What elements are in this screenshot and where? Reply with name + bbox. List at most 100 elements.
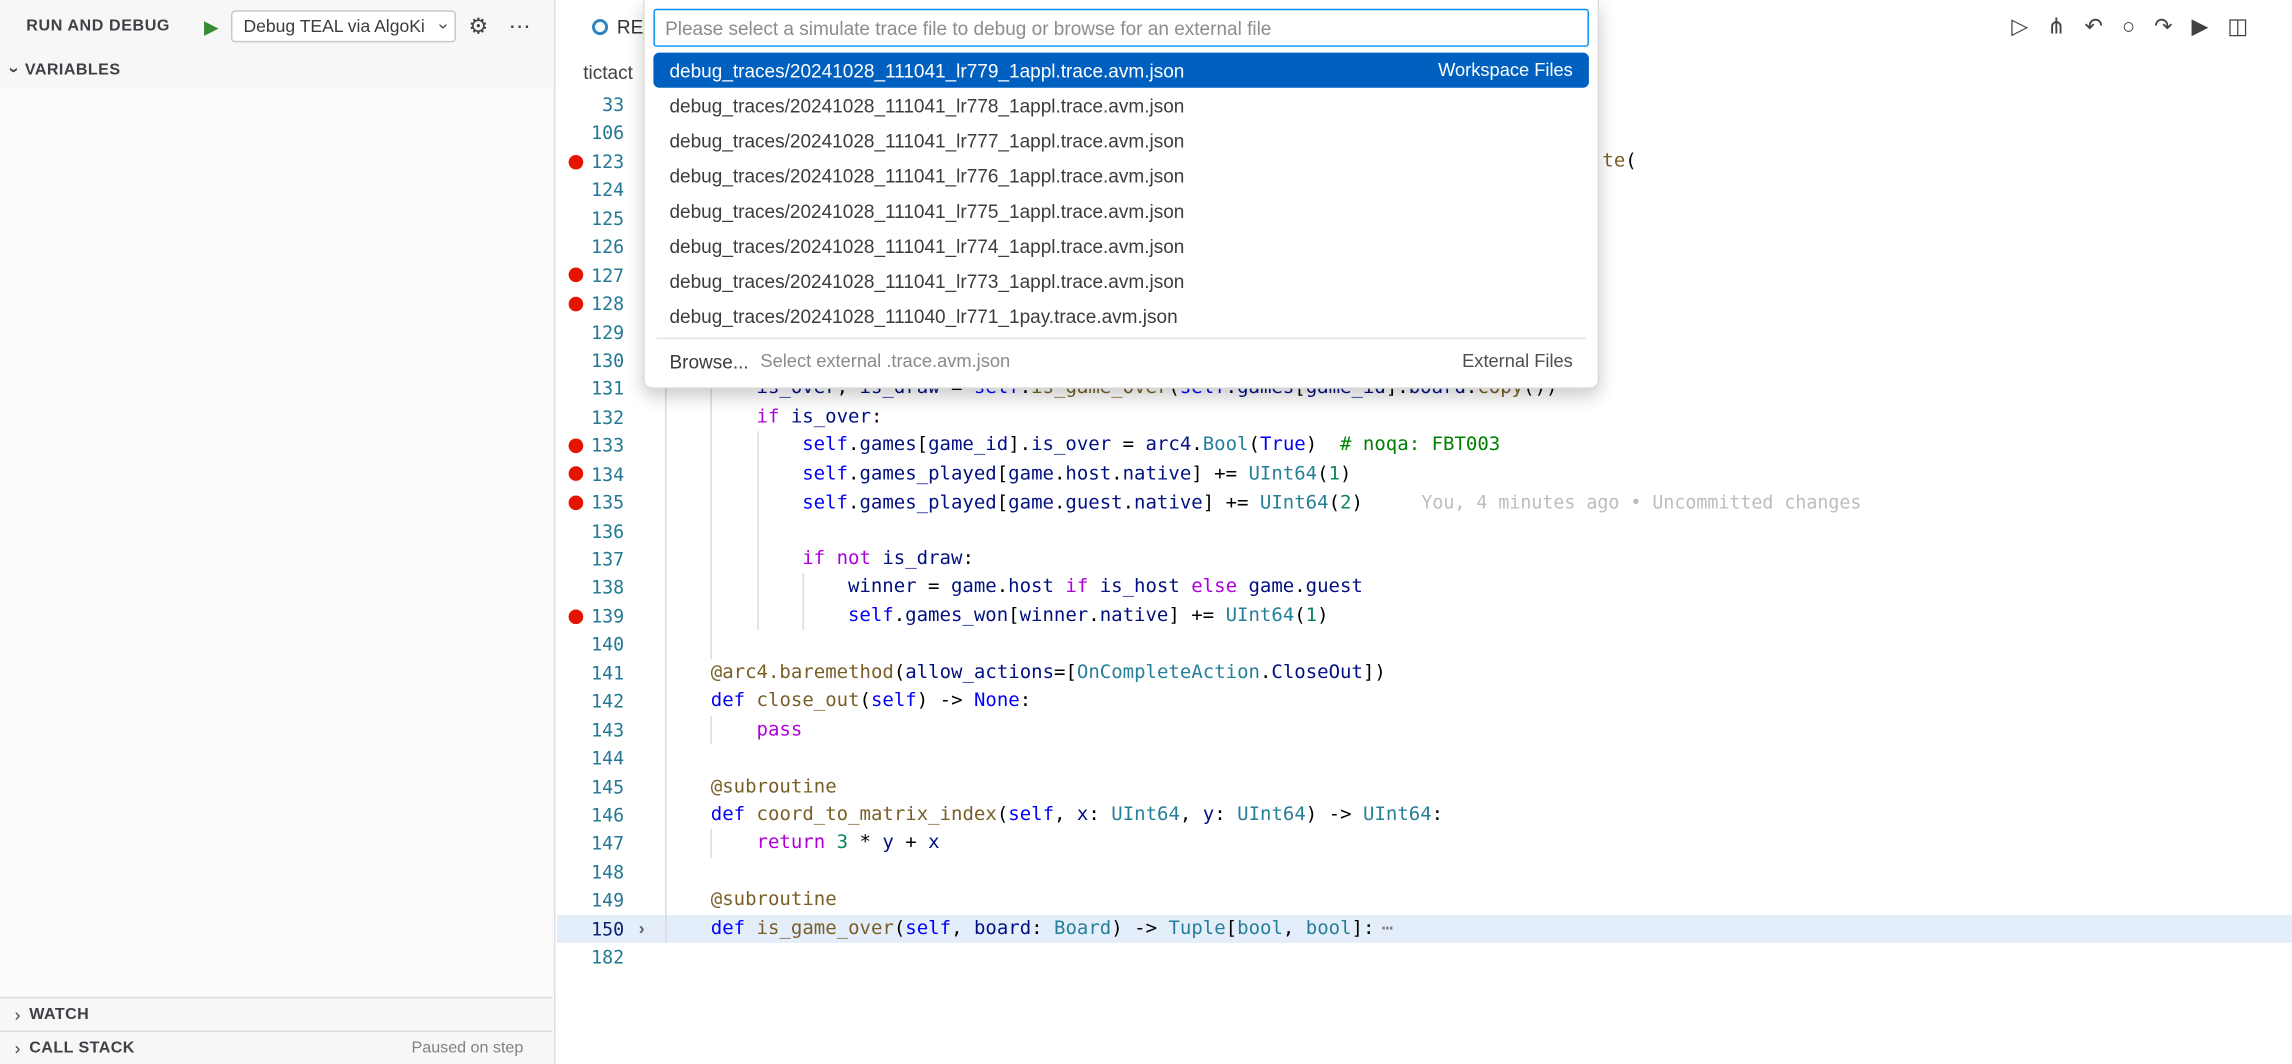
- breakpoint-dot[interactable]: [569, 495, 584, 510]
- more-actions-icon[interactable]: ⋯: [509, 15, 531, 37]
- line-number[interactable]: 147: [591, 829, 665, 857]
- gutter[interactable]: 150›: [557, 915, 665, 943]
- code-text[interactable]: self.games_won[winner.native] += UInt64(…: [665, 602, 2292, 630]
- code-line[interactable]: 136: [557, 517, 2292, 545]
- line-number[interactable]: 148: [591, 858, 665, 886]
- line-number[interactable]: 139: [591, 602, 665, 630]
- quick-pick-item[interactable]: debug_traces/20241028_111040_lr771_1pay.…: [653, 298, 1589, 333]
- gear-icon[interactable]: ⚙: [469, 15, 489, 37]
- code-line[interactable]: 147return 3 * y + x: [557, 829, 2292, 857]
- fold-chevron-icon[interactable]: ›: [639, 915, 645, 943]
- code-line[interactable]: 139self.games_won[winner.native] += UInt…: [557, 602, 2292, 630]
- code-text[interactable]: def is_game_over(self, board: Board) -> …: [665, 915, 2292, 943]
- gutter[interactable]: 149: [557, 886, 665, 914]
- code-text[interactable]: self.games_played[game.guest.native] += …: [665, 488, 2292, 516]
- start-debug-button[interactable]: ▶: [204, 17, 219, 36]
- gutter[interactable]: 136: [557, 517, 665, 545]
- code-line[interactable]: 142def close_out(self) -> None:: [557, 687, 2292, 715]
- code-line[interactable]: 150›def is_game_over(self, board: Board)…: [557, 915, 2292, 943]
- gutter[interactable]: 145: [557, 773, 665, 801]
- code-text[interactable]: @subroutine: [665, 886, 2292, 914]
- breakpoint-dot[interactable]: [569, 296, 584, 311]
- code-text[interactable]: winner = game.host if is_host else game.…: [665, 574, 2292, 602]
- line-number[interactable]: 137: [591, 545, 665, 573]
- gutter[interactable]: 148: [557, 858, 665, 886]
- watch-section-header[interactable]: › WATCH: [0, 997, 553, 1031]
- debug-continue-icon[interactable]: ▷: [2011, 15, 2028, 37]
- code-text[interactable]: [665, 630, 2292, 658]
- line-number[interactable]: 141: [591, 659, 665, 687]
- breakpoint-dot[interactable]: [569, 467, 584, 482]
- line-number[interactable]: 132: [591, 403, 665, 431]
- gutter[interactable]: 147: [557, 829, 665, 857]
- quick-pick-item[interactable]: debug_traces/20241028_111041_lr776_1appl…: [653, 158, 1589, 193]
- debug-config-dropdown[interactable]: Debug TEAL via AlgoKi ›: [230, 10, 455, 42]
- code-text[interactable]: def close_out(self) -> None:: [665, 687, 2292, 715]
- code-line[interactable]: 132if is_over:: [557, 403, 2292, 431]
- line-number[interactable]: 145: [591, 773, 665, 801]
- line-number[interactable]: 142: [591, 687, 665, 715]
- gutter[interactable]: 142: [557, 687, 665, 715]
- browse-row[interactable]: Browse... Select external .trace.avm.jso…: [653, 344, 1589, 379]
- gutter[interactable]: 146: [557, 801, 665, 829]
- quick-pick-item[interactable]: debug_traces/20241028_111041_lr777_1appl…: [653, 123, 1589, 158]
- line-number[interactable]: 143: [591, 716, 665, 744]
- line-number[interactable]: 144: [591, 744, 665, 772]
- code-text[interactable]: def coord_to_matrix_index(self, x: UInt6…: [665, 801, 2292, 829]
- line-number[interactable]: 136: [591, 517, 665, 545]
- code-text[interactable]: @arc4.baremethod(allow_actions=[OnComple…: [665, 659, 2292, 687]
- code-line[interactable]: 182: [557, 943, 2292, 971]
- breakpoint-dot[interactable]: [569, 438, 584, 453]
- code-line[interactable]: 134self.games_played[game.host.native] +…: [557, 460, 2292, 488]
- step-back-icon[interactable]: ↶: [2085, 15, 2103, 37]
- line-number[interactable]: 150: [591, 915, 665, 943]
- call-stack-section-header[interactable]: › CALL STACK Paused on step: [0, 1031, 553, 1064]
- run-icon[interactable]: ▶: [2192, 15, 2209, 37]
- code-text[interactable]: [665, 517, 2292, 545]
- gutter[interactable]: 140: [557, 630, 665, 658]
- code-text[interactable]: self.games[game_id].is_over = arc4.Bool(…: [665, 432, 2292, 460]
- quick-pick-item[interactable]: debug_traces/20241028_111041_lr779_1appl…: [653, 53, 1589, 88]
- step-over-icon[interactable]: ↷: [2154, 15, 2172, 37]
- code-line[interactable]: 137if not is_draw:: [557, 545, 2292, 573]
- code-line[interactable]: 141@arc4.baremethod(allow_actions=[OnCom…: [557, 659, 2292, 687]
- quick-pick-input[interactable]: [653, 9, 1589, 47]
- gutter[interactable]: 134: [557, 460, 665, 488]
- code-text[interactable]: [665, 858, 2292, 886]
- line-number[interactable]: 146: [591, 801, 665, 829]
- code-line[interactable]: 148: [557, 858, 2292, 886]
- code-text[interactable]: @subroutine: [665, 773, 2292, 801]
- line-number[interactable]: 135: [591, 488, 665, 516]
- gutter[interactable]: 139: [557, 602, 665, 630]
- code-text[interactable]: return 3 * y + x: [665, 829, 2292, 857]
- line-number[interactable]: 133: [591, 432, 665, 460]
- gutter[interactable]: 133: [557, 432, 665, 460]
- code-line[interactable]: 144: [557, 744, 2292, 772]
- gutter[interactable]: 132: [557, 403, 665, 431]
- code-line[interactable]: 133self.games[game_id].is_over = arc4.Bo…: [557, 432, 2292, 460]
- quick-pick-item[interactable]: debug_traces/20241028_111041_lr773_1appl…: [653, 263, 1589, 298]
- line-number[interactable]: 134: [591, 460, 665, 488]
- code-line[interactable]: 149@subroutine: [557, 886, 2292, 914]
- quick-pick-item[interactable]: debug_traces/20241028_111041_lr774_1appl…: [653, 228, 1589, 263]
- split-editor-icon[interactable]: ◫: [2227, 15, 2248, 37]
- gutter[interactable]: 137: [557, 545, 665, 573]
- code-text[interactable]: if not is_draw:: [665, 545, 2292, 573]
- debug-branch-icon[interactable]: ⋔: [2047, 15, 2065, 37]
- line-number[interactable]: 140: [591, 630, 665, 658]
- gutter[interactable]: 138: [557, 574, 665, 602]
- folded-code-ellipsis[interactable]: ⋯: [1382, 918, 1393, 940]
- code-line[interactable]: 146def coord_to_matrix_index(self, x: UI…: [557, 801, 2292, 829]
- quick-pick-item[interactable]: debug_traces/20241028_111041_lr775_1appl…: [653, 193, 1589, 228]
- gutter[interactable]: 144: [557, 744, 665, 772]
- gutter[interactable]: 143: [557, 716, 665, 744]
- reverse-continue-icon[interactable]: ○: [2122, 15, 2135, 37]
- code-line[interactable]: 138winner = game.host if is_host else ga…: [557, 574, 2292, 602]
- code-line[interactable]: 143pass: [557, 716, 2292, 744]
- code-text[interactable]: if is_over:: [665, 403, 2292, 431]
- gutter[interactable]: 135: [557, 488, 665, 516]
- code-text[interactable]: self.games_played[game.host.native] += U…: [665, 460, 2292, 488]
- breakpoint-dot[interactable]: [569, 609, 584, 624]
- breakpoint-dot[interactable]: [569, 268, 584, 283]
- code-line[interactable]: 145@subroutine: [557, 773, 2292, 801]
